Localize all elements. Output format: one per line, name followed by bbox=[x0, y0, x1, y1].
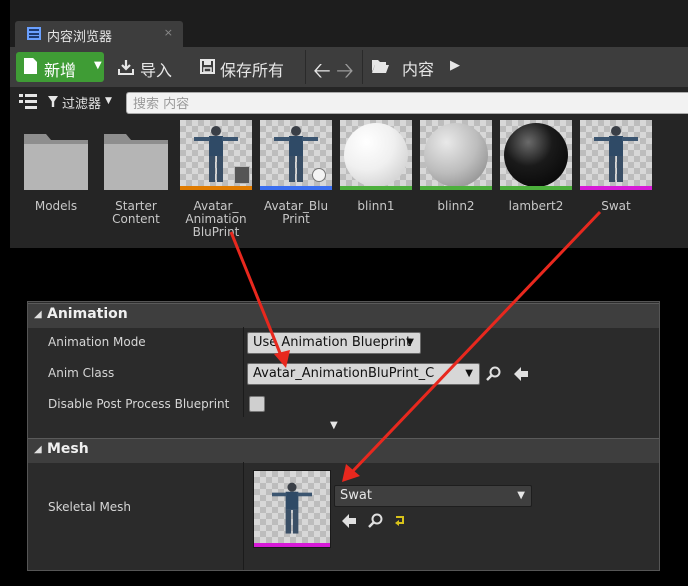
use-selected-arrow-icon[interactable] bbox=[513, 366, 529, 382]
blueprint-sphere-icon bbox=[312, 168, 326, 182]
search-icon[interactable] bbox=[368, 513, 384, 529]
category-title: Mesh bbox=[47, 441, 89, 457]
save-icon bbox=[200, 59, 215, 74]
collapse-triangle-icon: ◢ bbox=[34, 309, 42, 320]
asset-type-underline bbox=[254, 543, 330, 547]
character-figure-icon bbox=[594, 126, 638, 182]
category-title: Animation bbox=[47, 306, 128, 322]
save-all-label: 保存所有 bbox=[220, 61, 285, 80]
breadcrumb-content[interactable]: 内容 bbox=[402, 56, 434, 80]
asset-thumbnail bbox=[420, 120, 492, 190]
asset-thumbnail bbox=[340, 120, 412, 190]
add-new-button[interactable]: 新增 ▼ bbox=[16, 52, 104, 82]
material-sphere-icon bbox=[424, 123, 488, 187]
property-label: Anim Class bbox=[48, 366, 115, 380]
disable-post-process-checkbox[interactable] bbox=[249, 396, 265, 412]
chevron-down-icon: ▼ bbox=[406, 337, 414, 348]
toolbar-divider bbox=[305, 50, 306, 84]
skeletal-mesh-dropdown[interactable]: Swat ▼ bbox=[334, 485, 532, 507]
asset-name: lambert2 bbox=[508, 199, 564, 213]
material-sphere-icon bbox=[344, 123, 408, 187]
sources-panel-toggle-icon[interactable] bbox=[19, 94, 37, 109]
dropdown-value: Use Animation Blueprint bbox=[253, 335, 412, 350]
tab-content-browser[interactable]: 内容浏览器 × bbox=[15, 21, 183, 47]
asset-thumbnail bbox=[260, 120, 332, 190]
folder-open-icon bbox=[372, 60, 389, 73]
import-icon bbox=[118, 60, 134, 75]
breadcrumb-arrow-icon[interactable]: ▶ bbox=[450, 58, 460, 73]
tab-label: 内容浏览器 bbox=[47, 30, 113, 45]
property-row-disable-post-process: Disable Post Process Blueprint bbox=[28, 390, 659, 420]
anim-class-dropdown[interactable]: Avatar_AnimationBluPrint_C ▼ bbox=[247, 363, 480, 385]
save-all-button[interactable]: 保存所有 bbox=[194, 52, 298, 82]
filters-dropdown[interactable]: 过滤器 ▼ bbox=[48, 92, 118, 112]
search-input[interactable] bbox=[131, 94, 675, 114]
chevron-down-icon: ▼ bbox=[94, 60, 102, 71]
dropdown-value: Avatar_AnimationBluPrint_C bbox=[253, 366, 435, 381]
advanced-expand-icon[interactable]: ▼ bbox=[330, 420, 338, 431]
animation-mode-dropdown[interactable]: Use Animation Blueprint ▼ bbox=[247, 332, 421, 354]
close-icon[interactable]: × bbox=[164, 26, 173, 39]
new-file-icon bbox=[24, 58, 37, 74]
import-label: 导入 bbox=[140, 61, 173, 80]
asset-type-underline bbox=[340, 186, 412, 190]
category-header-mesh[interactable]: ◢ Mesh bbox=[28, 438, 659, 463]
asset-name: Starter Content bbox=[112, 199, 160, 226]
asset-name: Models bbox=[34, 199, 78, 213]
folder-icon bbox=[100, 120, 172, 190]
search-icon[interactable] bbox=[486, 366, 502, 382]
import-button[interactable]: 导入 bbox=[112, 52, 186, 82]
use-selected-arrow-icon[interactable] bbox=[341, 513, 357, 529]
character-figure-icon bbox=[272, 482, 312, 534]
category-header-animation[interactable]: ◢ Animation bbox=[28, 303, 659, 328]
property-label: Disable Post Process Blueprint bbox=[48, 397, 230, 411]
folder-icon bbox=[20, 120, 92, 190]
material-sphere-icon bbox=[504, 123, 568, 187]
dropdown-value: Swat bbox=[340, 488, 372, 503]
chevron-down-icon: ▼ bbox=[517, 490, 525, 501]
asset-thumbnail bbox=[500, 120, 572, 190]
asset-thumbnail bbox=[180, 120, 252, 190]
search-box[interactable] bbox=[126, 92, 688, 114]
content-browser-icon bbox=[27, 27, 41, 40]
property-label: Skeletal Mesh bbox=[48, 500, 132, 514]
asset-type-underline bbox=[260, 186, 332, 190]
asset-type-underline bbox=[500, 186, 572, 190]
collapse-triangle-icon: ◢ bbox=[34, 444, 42, 455]
chevron-down-icon: ▼ bbox=[465, 368, 473, 379]
asset-type-underline bbox=[580, 186, 652, 190]
skeletal-mesh-thumbnail[interactable] bbox=[253, 470, 331, 548]
asset-type-underline bbox=[180, 186, 252, 190]
asset-name: Avatar_Blu Print bbox=[263, 199, 329, 226]
asset-name: blinn2 bbox=[437, 199, 475, 213]
animation-badge-icon bbox=[234, 166, 250, 184]
asset-name: Avatar_ Animation BluPrint bbox=[185, 199, 247, 239]
filters-label: 过滤器 bbox=[62, 97, 102, 112]
character-figure-icon bbox=[194, 126, 238, 182]
property-label: Animation Mode bbox=[48, 335, 146, 349]
asset-name: Swat bbox=[601, 199, 631, 213]
asset-name: blinn1 bbox=[357, 199, 395, 213]
filter-icon bbox=[48, 96, 58, 107]
reset-to-default-icon[interactable] bbox=[394, 515, 406, 527]
chevron-down-icon: ▼ bbox=[105, 96, 112, 106]
asset-thumbnail bbox=[580, 120, 652, 190]
asset-type-underline bbox=[420, 186, 492, 190]
add-new-label: 新增 bbox=[44, 61, 77, 80]
toolbar-divider bbox=[362, 50, 363, 84]
